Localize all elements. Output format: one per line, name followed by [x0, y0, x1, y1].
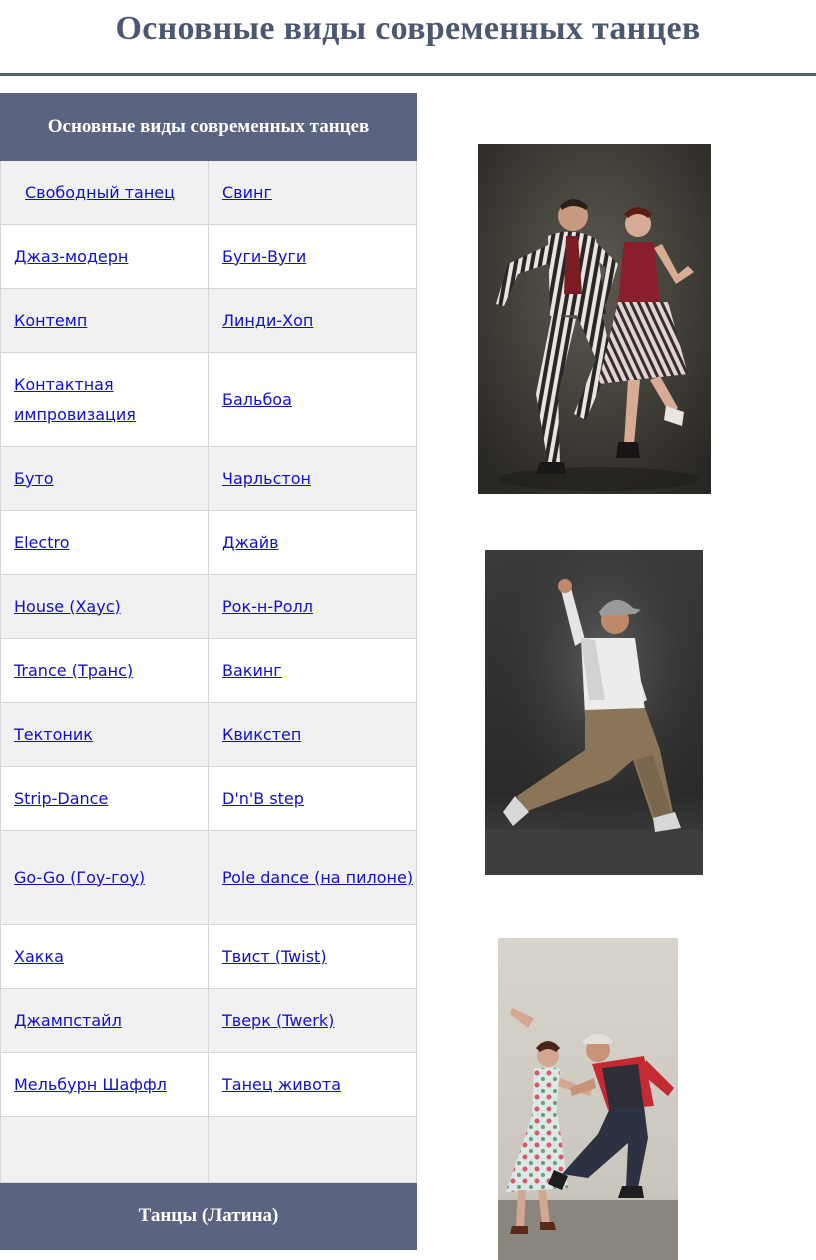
- dance-table-container: Основные виды современных танцев Свободн…: [0, 93, 418, 1250]
- hip-hop-dancer-photo: [485, 550, 703, 875]
- table-cell-left: Джампстайл: [0, 988, 209, 1053]
- dance-link[interactable]: Танец живота: [222, 1075, 341, 1094]
- table-cell-right: D'n'B step: [207, 766, 418, 831]
- table-row: Trance (Транс) Вакинг: [0, 638, 418, 703]
- table-cell-right: Pole dance (на пилоне): [207, 830, 418, 925]
- table-cell-left: [0, 1116, 209, 1183]
- table-cell-left: Мельбурн Шаффл: [0, 1052, 209, 1117]
- table-cell-right: Тверк (Twerk): [207, 988, 418, 1053]
- table-row: House (Хаус) Рок-н-Ролл: [0, 574, 418, 639]
- dance-link[interactable]: Линди-Хоп: [222, 311, 313, 330]
- table-cell-right: Свинг: [207, 160, 418, 225]
- table-cell-left: Electro: [0, 510, 209, 575]
- table-cell-left: Go-Go (Гоу-гоу): [0, 830, 209, 925]
- table-cell-right: [207, 1116, 418, 1183]
- dance-link[interactable]: Свинг: [222, 183, 272, 202]
- dance-link[interactable]: Свободный танец: [25, 183, 175, 202]
- dance-link[interactable]: Контактная импровизация: [14, 375, 136, 424]
- table-row: Джампстайл Тверк (Twerk): [0, 988, 418, 1053]
- table-header: Основные виды современных танцев: [0, 93, 418, 161]
- dance-link[interactable]: Твист (Twist): [222, 947, 327, 966]
- table-cell-left: Strip-Dance: [0, 766, 209, 831]
- table-row: Свободный танец Свинг: [0, 160, 418, 225]
- table-cell-right: Твист (Twist): [207, 924, 418, 989]
- dance-link[interactable]: Trance (Транс): [14, 661, 133, 680]
- table-cell-right: Буги-Вуги: [207, 224, 418, 289]
- dance-link[interactable]: Буги-Вуги: [222, 247, 306, 266]
- table-cell-left: Контемп: [0, 288, 209, 353]
- dance-link[interactable]: Тектоник: [14, 725, 93, 744]
- table-row: Хакка Твист (Twist): [0, 924, 418, 989]
- dance-link[interactable]: Тверк (Twerk): [222, 1011, 334, 1030]
- table-cell-left: Буто: [0, 446, 209, 511]
- dance-link[interactable]: Electro: [14, 533, 69, 552]
- table-cell-right: Бальбоа: [207, 352, 418, 447]
- table-cell-right: Рок-н-Ролл: [207, 574, 418, 639]
- dance-link[interactable]: Strip-Dance: [14, 789, 108, 808]
- table-row: Тектоник Квикстеп: [0, 702, 418, 767]
- dance-link[interactable]: Рок-н-Ролл: [222, 597, 313, 616]
- page-title: Основные виды современных танцев: [115, 10, 701, 47]
- table-cell-left: Хакка: [0, 924, 209, 989]
- table-row: [0, 1116, 418, 1183]
- table-row: Strip-Dance D'n'B step: [0, 766, 418, 831]
- table-row: Джаз-модерн Буги-Вуги: [0, 224, 418, 289]
- table-cell-right: Квикстеп: [207, 702, 418, 767]
- table-row: Контактная импровизация Бальбоа: [0, 352, 418, 447]
- dance-link[interactable]: Буто: [14, 469, 54, 488]
- dance-link[interactable]: Pole dance (на пилоне): [222, 868, 413, 887]
- table-body: Свободный танец Свинг Джаз-модерн Буги-Вуги…: [0, 160, 418, 1183]
- dance-link[interactable]: Go-Go (Гоу-гоу): [14, 868, 145, 887]
- lindy-hop-couple-photo: [498, 938, 678, 1260]
- table-cell-left: Джаз-модерн: [0, 224, 209, 289]
- table-cell-left: Тектоник: [0, 702, 209, 767]
- table-row: Контемп Линди-Хоп: [0, 288, 418, 353]
- dance-link[interactable]: Хакка: [14, 947, 64, 966]
- table-cell-right: Джайв: [207, 510, 418, 575]
- dance-link[interactable]: Контемп: [14, 311, 87, 330]
- dance-link[interactable]: Джаз-модерн: [14, 247, 128, 266]
- dance-link[interactable]: Бальбоа: [222, 390, 292, 409]
- table-footer-latina: Танцы (Латина): [0, 1182, 418, 1250]
- dance-link[interactable]: D'n'B step: [222, 789, 304, 808]
- dance-link[interactable]: Джайв: [222, 533, 279, 552]
- table-cell-right: Вакинг: [207, 638, 418, 703]
- dance-link[interactable]: Джампстайл: [14, 1011, 122, 1030]
- table-cell-left: House (Хаус): [0, 574, 209, 639]
- table-cell-right: Танец живота: [207, 1052, 418, 1117]
- table-cell-right: Чарльстон: [207, 446, 418, 511]
- table-row: Буто Чарльстон: [0, 446, 418, 511]
- table-cell-right: Линди-Хоп: [207, 288, 418, 353]
- dance-link[interactable]: Мельбурн Шаффл: [14, 1075, 167, 1094]
- dance-link[interactable]: Чарльстон: [222, 469, 311, 488]
- dance-link[interactable]: Вакинг: [222, 661, 282, 680]
- table-row: Go-Go (Гоу-гоу) Pole dance (на пилоне): [0, 830, 418, 925]
- table-cell-left: Свободный танец: [0, 160, 209, 225]
- table-cell-left: Контактная импровизация: [0, 352, 209, 447]
- table-row: Electro Джайв: [0, 510, 418, 575]
- swing-dancers-photo: [478, 144, 711, 494]
- title-divider: [0, 73, 816, 76]
- dance-types-table: Основные виды современных танцев Свободн…: [0, 93, 418, 1250]
- dance-link[interactable]: Квикстеп: [222, 725, 301, 744]
- table-row: Мельбурн Шаффл Танец живота: [0, 1052, 418, 1117]
- table-cell-left: Trance (Транс): [0, 638, 209, 703]
- dance-link[interactable]: House (Хаус): [14, 597, 121, 616]
